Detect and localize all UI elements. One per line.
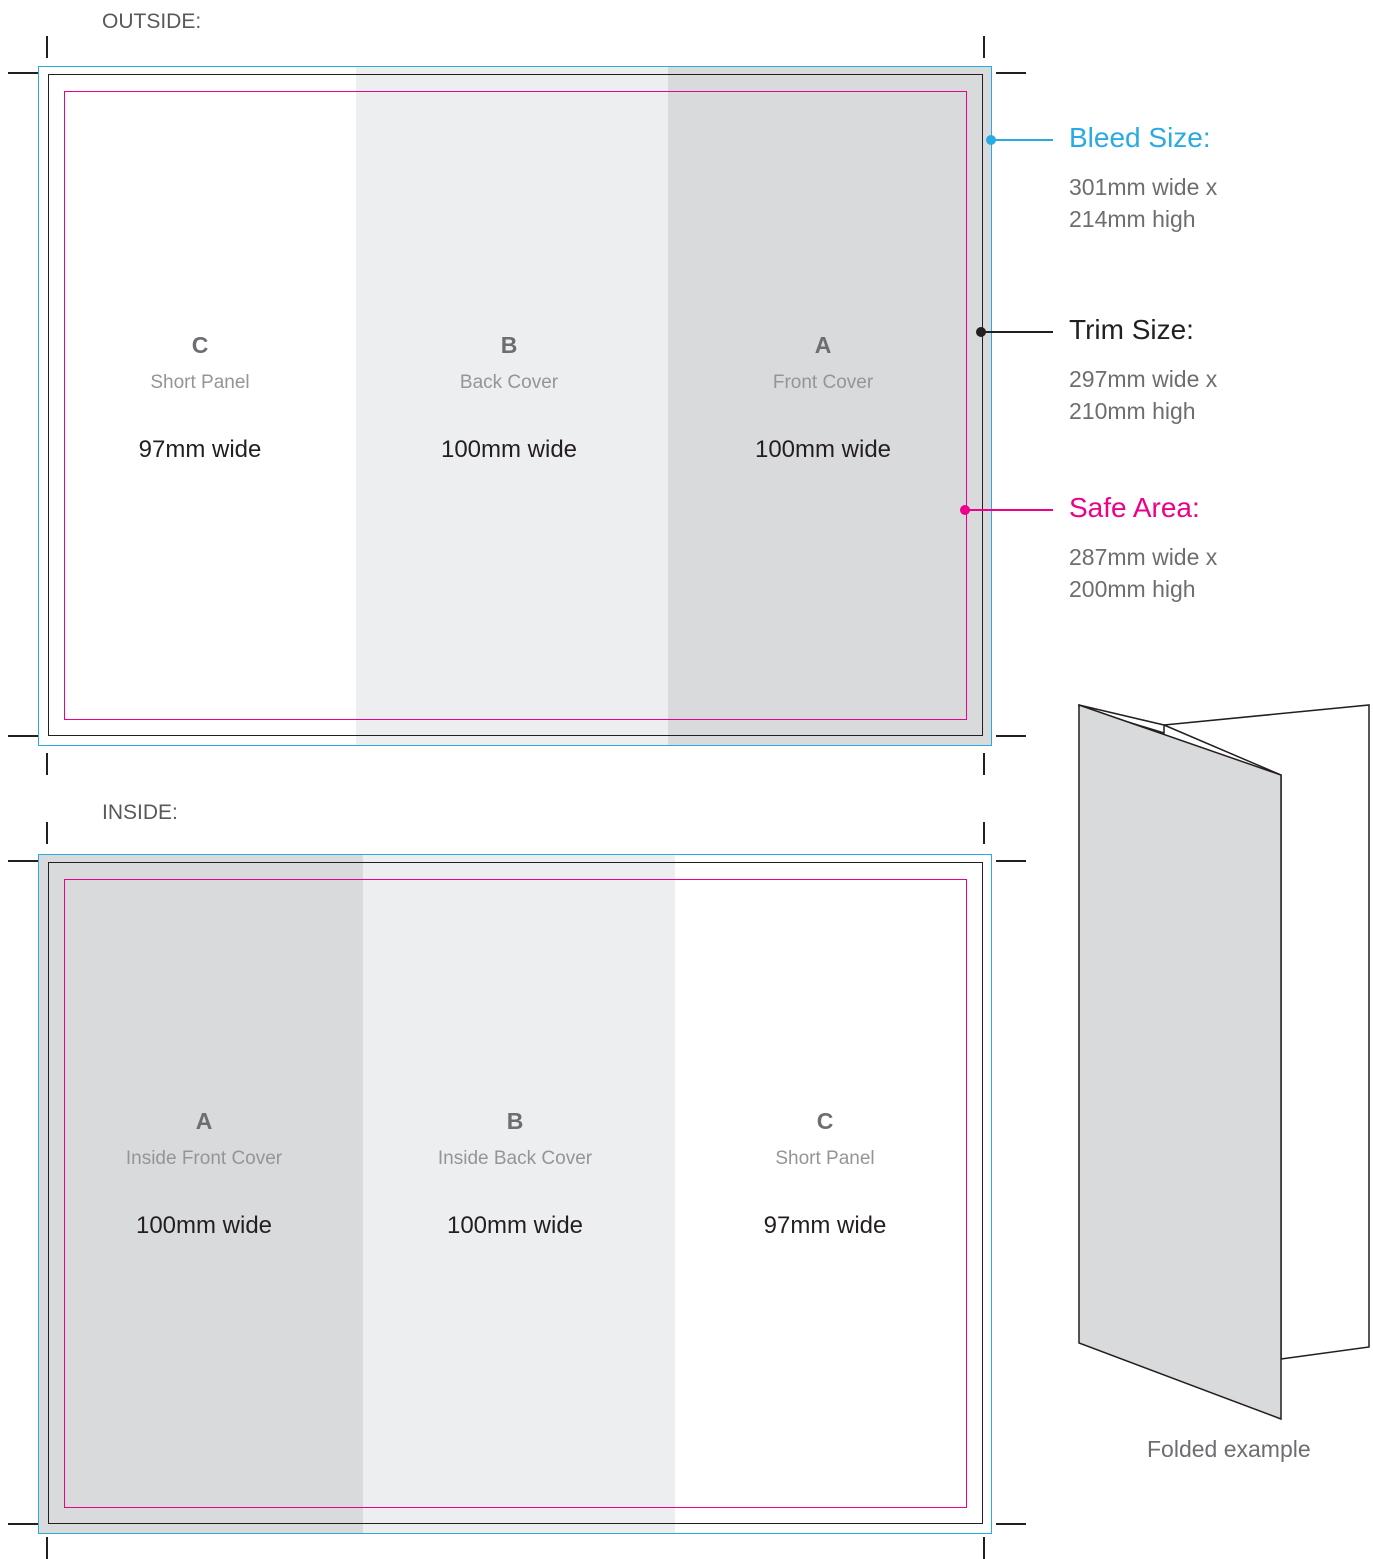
panel-width: 100mm wide <box>754 436 892 463</box>
panel-width: 100mm wide <box>446 1212 584 1239</box>
panel-width: 100mm wide <box>135 1212 273 1239</box>
outside-panel-b: B Back Cover 100mm wide <box>379 331 639 465</box>
outside-sheet: C Short Panel 97mm wide B Back Cover 100… <box>38 66 992 746</box>
trim-leader-line <box>981 331 1053 333</box>
inside-panel-b: B Inside Back Cover 100mm wide <box>385 1107 645 1241</box>
panel-width: 97mm wide <box>138 436 262 463</box>
crop-mark <box>996 72 1026 74</box>
panel-name: Back Cover <box>459 372 559 393</box>
folded-front-panel <box>1078 703 1282 1421</box>
panel-letter: C <box>191 332 209 358</box>
bleed-size-desc: 301mm wide x 214mm high <box>1069 174 1218 232</box>
panel-name: Inside Back Cover <box>437 1148 593 1169</box>
folded-brochure-illustration <box>1078 703 1370 1421</box>
bleed-size-title: Bleed Size: <box>1069 122 1211 153</box>
crop-mark <box>983 822 985 844</box>
crop-mark <box>46 1537 48 1559</box>
folded-example-caption: Folded example <box>1147 1436 1311 1462</box>
crop-mark <box>983 36 985 58</box>
crop-mark <box>996 735 1026 737</box>
panel-width: 97mm wide <box>763 1212 887 1239</box>
inside-label: INSIDE: <box>102 801 178 824</box>
crop-mark <box>8 1523 38 1525</box>
outside-label: OUTSIDE: <box>102 10 202 33</box>
panel-name: Inside Front Cover <box>125 1148 283 1169</box>
crop-mark <box>8 72 38 74</box>
panel-letter: B <box>506 1108 524 1134</box>
outside-panel-a: A Front Cover 100mm wide <box>693 331 953 465</box>
panel-width: 100mm wide <box>440 436 578 463</box>
inside-panel-a: A Inside Front Cover 100mm wide <box>74 1107 334 1241</box>
outside-panel-c: C Short Panel 97mm wide <box>70 331 330 465</box>
panel-letter: A <box>814 332 832 358</box>
panel-letter: B <box>500 332 518 358</box>
inside-panel-c: C Short Panel 97mm wide <box>695 1107 955 1241</box>
inside-sheet: A Inside Front Cover 100mm wide B Inside… <box>38 854 992 1534</box>
safe-area-desc: 287mm wide x 200mm high <box>1069 544 1218 602</box>
panel-name: Front Cover <box>772 372 874 393</box>
trim-size-title: Trim Size: <box>1069 314 1194 345</box>
crop-mark <box>996 860 1026 862</box>
crop-mark <box>8 860 38 862</box>
trim-size-desc: 297mm wide x 210mm high <box>1069 366 1218 424</box>
panel-letter: A <box>195 1108 213 1134</box>
panel-name: Short Panel <box>775 1148 875 1169</box>
panel-letter: C <box>816 1108 834 1134</box>
safe-leader-line <box>965 509 1053 511</box>
crop-mark <box>983 1537 985 1559</box>
crop-mark <box>996 1523 1026 1525</box>
crop-mark <box>46 36 48 58</box>
crop-mark <box>983 753 985 775</box>
safe-area-title: Safe Area: <box>1069 492 1200 523</box>
crop-mark <box>46 822 48 844</box>
panel-name: Short Panel <box>150 372 250 393</box>
crop-mark <box>46 753 48 775</box>
crop-mark <box>8 735 38 737</box>
bleed-leader-line <box>991 139 1053 141</box>
